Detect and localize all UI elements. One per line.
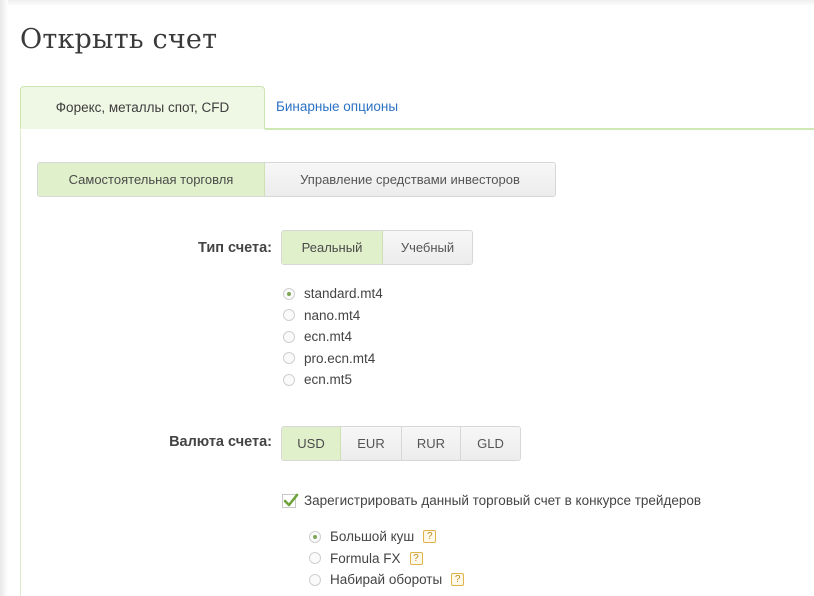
platform-option[interactable]: ecn.mt5 [283,369,383,391]
platform-option-label: ecn.mt4 [304,329,353,345]
platform-option[interactable]: nano.mt4 [283,305,383,327]
contest-option[interactable]: Большой куш ? [309,526,464,548]
contest-option-label: Набирай обороты [330,572,443,588]
platform-option[interactable]: standard.mt4 [283,283,383,305]
platform-option-label: standard.mt4 [304,286,383,302]
radio-checked-icon[interactable] [309,530,321,543]
platform-option[interactable]: ecn.mt4 [283,326,383,348]
currency-gld-button[interactable]: GLD [461,427,520,460]
page-top-shadow [0,0,814,6]
page-left-shadow [0,0,8,596]
currency-rur-button[interactable]: RUR [402,427,461,460]
platform-option-label: pro.ecn.mt4 [304,350,376,366]
radio-icon[interactable] [283,309,295,322]
investor-management-button[interactable]: Управление средствами инвесторов [265,163,555,196]
contest-checkbox-row[interactable]: Зарегистрировать данный торговый счет в … [282,493,701,508]
platform-option-label: nano.mt4 [304,307,361,323]
contest-option[interactable]: Formula FX ? [309,548,464,570]
contest-option-label: Formula FX [330,550,401,566]
trade-mode-toggle: Самостоятельная торговля Управление сред… [37,162,556,197]
help-icon[interactable]: ? [409,551,423,565]
tab-binary-options[interactable]: Бинарные опционы [276,86,398,128]
contest-checkbox[interactable] [282,493,299,508]
account-type-label: Тип счета: [198,240,272,256]
currency-toggle: USD EUR RUR GLD [281,426,521,461]
radio-checked-icon[interactable] [283,287,295,300]
contest-option-label: Большой куш [330,529,415,545]
radio-icon[interactable] [309,552,321,565]
radio-icon[interactable] [283,373,295,386]
self-trading-button[interactable]: Самостоятельная торговля [38,163,265,196]
contest-checkbox-label: Зарегистрировать данный торговый счет в … [304,493,702,508]
page-title: Открыть счет [20,24,218,55]
radio-icon[interactable] [283,330,295,343]
platform-radio-list: standard.mt4 nano.mt4 ecn.mt4 pro.ecn.mt… [283,283,383,391]
currency-label: Валюта счета: [169,434,272,450]
contest-option[interactable]: Набирай обороты ? [309,569,465,591]
demo-account-button[interactable]: Учебный [383,231,472,264]
currency-eur-button[interactable]: EUR [341,427,402,460]
radio-icon[interactable] [283,352,295,365]
help-icon[interactable]: ? [451,573,465,587]
contest-radio-list: Большой куш ? Formula FX ? Набирай оборо… [309,526,465,591]
real-account-button[interactable]: Реальный [282,231,383,264]
help-icon[interactable]: ? [423,530,437,544]
tab-forex-metals-cfd[interactable]: Форекс, металлы спот, CFD [20,86,265,129]
platform-option[interactable]: pro.ecn.mt4 [283,348,383,370]
platform-option-label: ecn.mt5 [304,372,353,388]
currency-usd-button[interactable]: USD [282,427,341,460]
account-type-toggle: Реальный Учебный [281,230,473,265]
radio-icon[interactable] [309,573,321,586]
main-tabs: Форекс, металлы спот, CFD Бинарные опцио… [20,86,814,130]
checkmark-icon [283,493,299,506]
